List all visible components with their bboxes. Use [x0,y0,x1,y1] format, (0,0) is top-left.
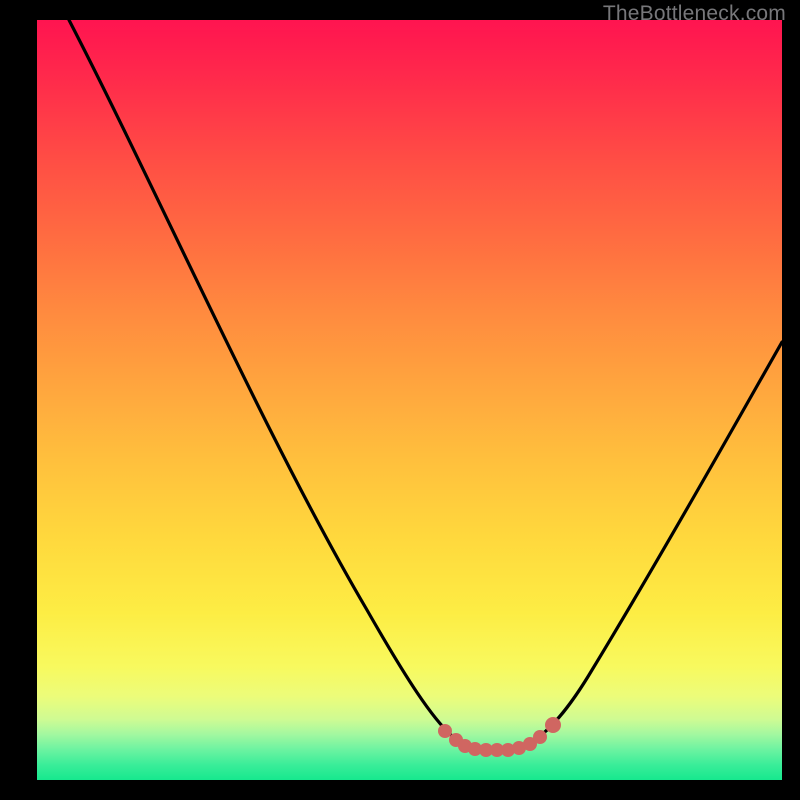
plot-area [37,20,782,780]
curve-layer [37,20,782,780]
chart-frame: TheBottleneck.com [0,0,800,800]
bottleneck-curve [69,20,782,750]
marker-dots [438,717,561,757]
watermark-text: TheBottleneck.com [603,2,786,26]
